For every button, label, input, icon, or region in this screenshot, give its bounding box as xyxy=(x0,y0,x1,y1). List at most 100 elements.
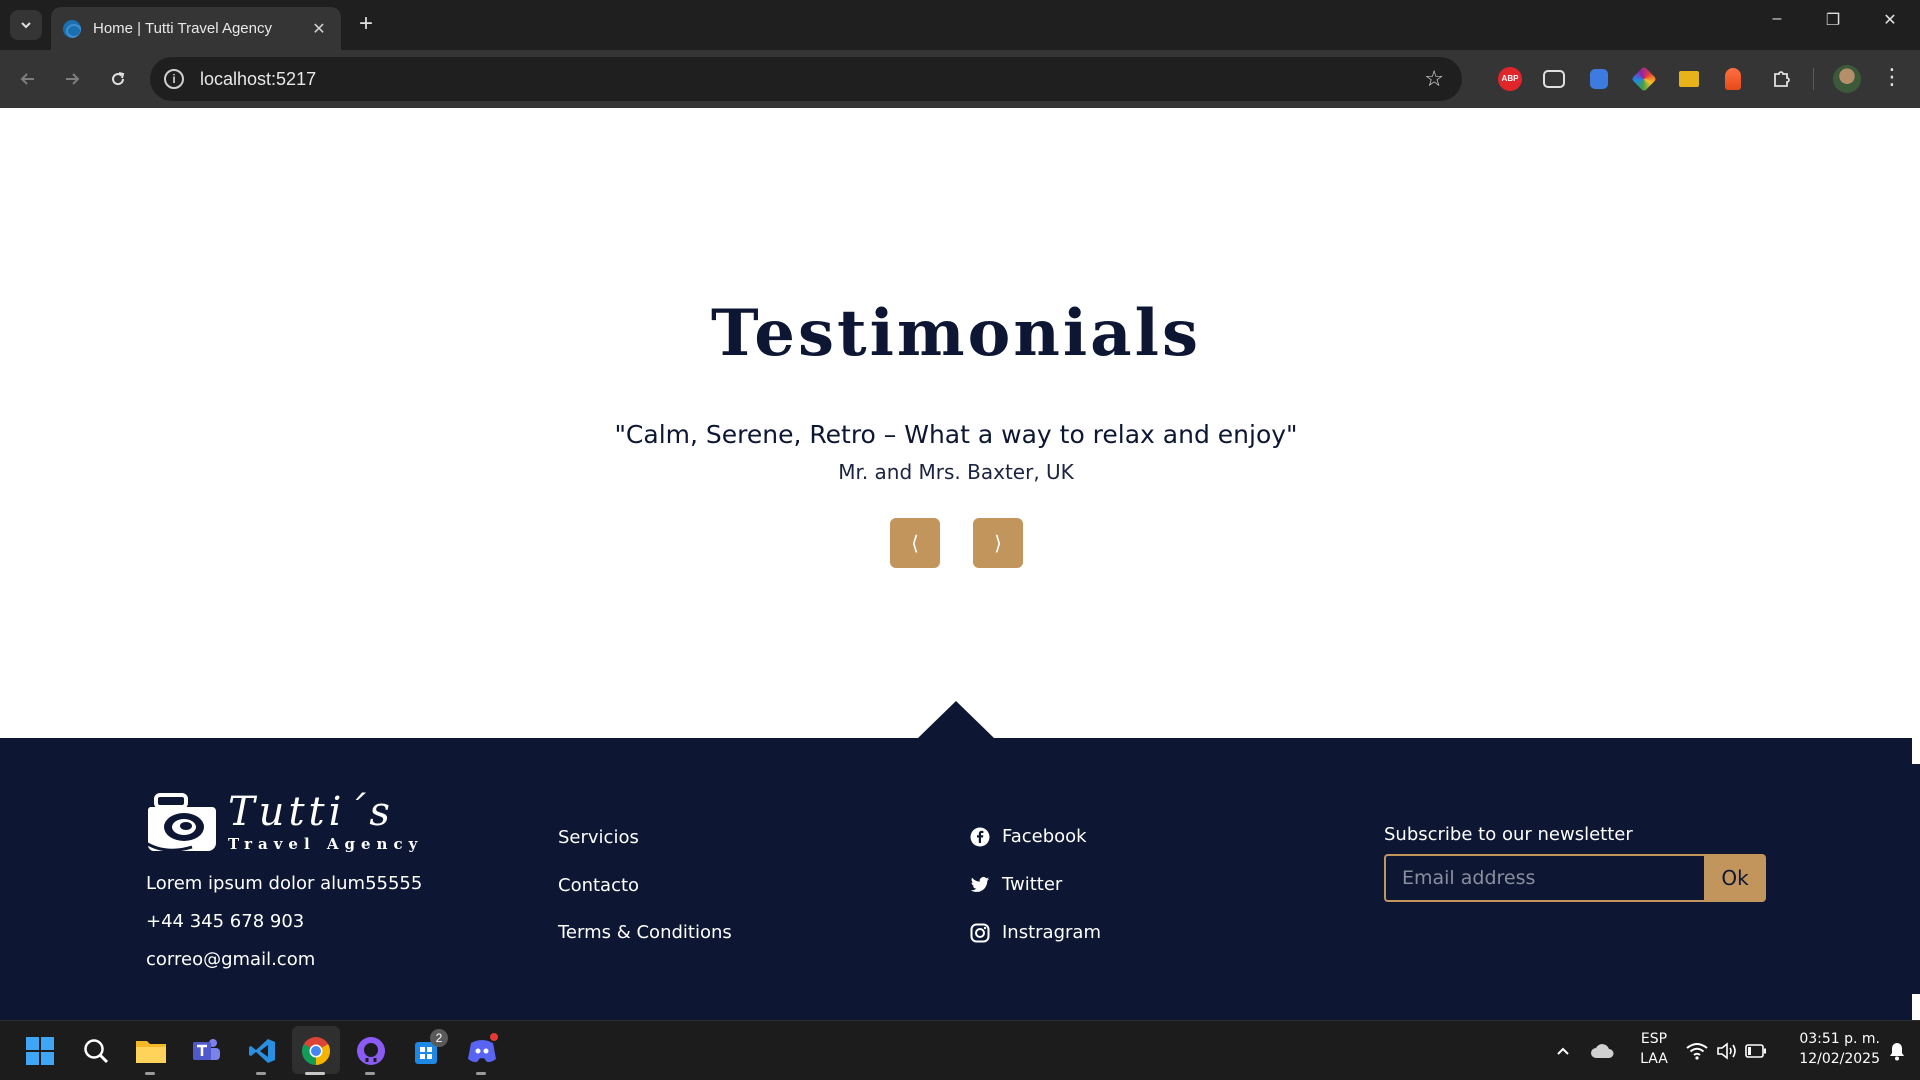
clock-time[interactable]: 03:51 p. m. xyxy=(1780,1031,1880,1047)
file-explorer-icon[interactable] xyxy=(135,1035,167,1067)
reload-button[interactable] xyxy=(104,65,132,93)
color-picker-icon[interactable] xyxy=(1631,66,1657,92)
discord-notification-dot xyxy=(488,1031,500,1043)
explorer-indicator xyxy=(145,1072,155,1075)
github-logo-icon xyxy=(357,1037,385,1065)
tab-close-icon[interactable]: ✕ xyxy=(309,19,329,39)
bell-icon xyxy=(1890,1043,1904,1061)
newsletter-title: Subscribe to our newsletter xyxy=(1384,824,1633,845)
page-viewport: Testimonials "Calm, Serene, Retro – What… xyxy=(0,108,1920,1020)
site-favicon-icon xyxy=(63,19,81,38)
forward-button[interactable] xyxy=(58,65,86,93)
social-link-twitter[interactable]: Twitter xyxy=(970,874,1062,895)
restore-button[interactable]: ❐ xyxy=(1813,10,1853,30)
vscode-logo-icon xyxy=(249,1039,275,1063)
tray-overflow-icon[interactable] xyxy=(1547,1035,1579,1067)
arrow-left-icon xyxy=(20,73,34,85)
chrome-icon[interactable] xyxy=(300,1035,332,1067)
contact-phone: +44 345 678 903 xyxy=(146,911,305,932)
cloud-icon xyxy=(1591,1044,1614,1058)
notes-icon[interactable] xyxy=(1590,69,1608,89)
footer-link-servicios[interactable]: Servicios xyxy=(558,827,639,848)
bookmark-star-icon[interactable]: ☆ xyxy=(1424,66,1444,92)
abp-icon[interactable]: ABP xyxy=(1498,67,1522,91)
footer-arrow-decoration xyxy=(918,701,994,738)
vscode-icon[interactable] xyxy=(246,1035,278,1067)
keyboard-layout-indicator[interactable]: LAA xyxy=(1636,1051,1672,1067)
instagram-icon xyxy=(970,923,990,942)
puzzle-shape-icon xyxy=(1774,71,1790,87)
magnifier-icon xyxy=(84,1039,109,1064)
rocket-icon[interactable] xyxy=(1725,68,1741,90)
discord-icon[interactable] xyxy=(466,1031,500,1067)
wifi-signal-icon xyxy=(1686,1043,1708,1060)
page-scrollbar[interactable] xyxy=(1912,108,1920,1020)
volume-icon[interactable] xyxy=(1711,1035,1743,1067)
new-tab-button[interactable]: + xyxy=(354,12,378,36)
social-label-facebook: Facebook xyxy=(1002,826,1087,847)
browser-tab-active[interactable]: Home | Tutti Travel Agency ✕ xyxy=(51,7,341,50)
chevron-up-icon xyxy=(1557,1047,1569,1055)
site-footer: Tutti´s Travel Agency Lorem ipsum dolor … xyxy=(0,738,1912,1020)
notification-bell-icon[interactable] xyxy=(1881,1035,1913,1067)
footer-link-terms[interactable]: Terms & Conditions xyxy=(558,922,732,943)
facebook-icon xyxy=(970,827,990,846)
discord-indicator xyxy=(476,1072,486,1075)
app-badge-icon[interactable]: 2 xyxy=(412,1029,448,1067)
chrome-logo-icon xyxy=(302,1037,330,1065)
avatar[interactable] xyxy=(1833,65,1861,93)
social-link-facebook[interactable]: Facebook xyxy=(970,826,1087,847)
arrow-right-icon xyxy=(66,73,80,85)
newsletter-form: Ok xyxy=(1384,854,1766,902)
battery-icon[interactable] xyxy=(1740,1035,1772,1067)
toolbar-divider xyxy=(1813,68,1814,90)
logo-subtitle: Travel Agency xyxy=(228,835,424,853)
picture-in-picture-icon[interactable] xyxy=(1543,70,1565,88)
windows-start-icon[interactable] xyxy=(24,1035,56,1067)
clock-date[interactable]: 12/02/2025 xyxy=(1780,1051,1880,1067)
tab-title: Home | Tutti Travel Agency xyxy=(93,20,272,37)
social-label-instagram: Instragram xyxy=(1002,922,1101,943)
browser-tab-strip: Home | Tutti Travel Agency ✕ + – ❐ ✕ xyxy=(0,0,1920,50)
camera-logo-icon xyxy=(146,793,216,852)
chrome-indicator xyxy=(305,1072,325,1075)
contact-address: Lorem ipsum dolor alum55555 xyxy=(146,873,423,894)
testimonial-author: Mr. and Mrs. Baxter, UK xyxy=(838,460,1074,484)
tag-icon[interactable] xyxy=(1679,71,1699,87)
tab-search-button[interactable] xyxy=(10,10,42,40)
teams-icon[interactable] xyxy=(190,1035,222,1067)
github-desktop-icon[interactable] xyxy=(355,1035,387,1067)
twitter-icon xyxy=(970,876,990,892)
close-window-button[interactable]: ✕ xyxy=(1870,10,1910,30)
back-button[interactable] xyxy=(14,65,42,93)
site-info-icon[interactable]: i xyxy=(164,69,184,89)
search-icon[interactable] xyxy=(80,1035,112,1067)
browser-menu-icon[interactable]: ⋮ xyxy=(1880,64,1904,90)
footer-logo[interactable]: Tutti´s Travel Agency xyxy=(146,789,417,855)
github-indicator xyxy=(365,1072,375,1075)
email-field[interactable] xyxy=(1384,854,1704,902)
previous-testimonial-button[interactable]: ⟨ xyxy=(890,518,940,568)
testimonials-section: Testimonials "Calm, Serene, Retro – What… xyxy=(0,108,1912,738)
language-indicator[interactable]: ESP xyxy=(1636,1031,1672,1047)
folder-icon xyxy=(136,1041,166,1063)
social-link-instagram[interactable]: Instragram xyxy=(970,922,1101,943)
logo-name: Tutti´s xyxy=(228,789,394,835)
chevron-down-icon xyxy=(21,22,31,29)
minimize-button[interactable]: – xyxy=(1757,10,1797,28)
next-testimonial-button[interactable]: ⟩ xyxy=(973,518,1023,568)
scrollbar-thumb[interactable] xyxy=(1912,764,1920,994)
contact-email: correo@gmail.com xyxy=(146,949,316,970)
windows-taskbar: 2 ESP LAA 03:51 p. m. 12/02/2025 xyxy=(0,1020,1920,1080)
subscribe-button[interactable]: Ok xyxy=(1704,854,1766,902)
browser-toolbar: i localhost:5217 ☆ ABP ⋮ xyxy=(0,50,1920,108)
speaker-icon xyxy=(1717,1042,1736,1060)
address-bar[interactable]: i localhost:5217 ☆ xyxy=(150,57,1462,101)
notification-badge: 2 xyxy=(430,1029,448,1047)
social-label-twitter: Twitter xyxy=(1002,874,1063,895)
puzzle-icon[interactable] xyxy=(1770,67,1794,91)
url-text[interactable]: localhost:5217 xyxy=(200,69,1424,90)
wifi-icon[interactable] xyxy=(1681,1035,1713,1067)
onedrive-icon[interactable] xyxy=(1586,1035,1618,1067)
footer-link-contacto[interactable]: Contacto xyxy=(558,875,639,896)
